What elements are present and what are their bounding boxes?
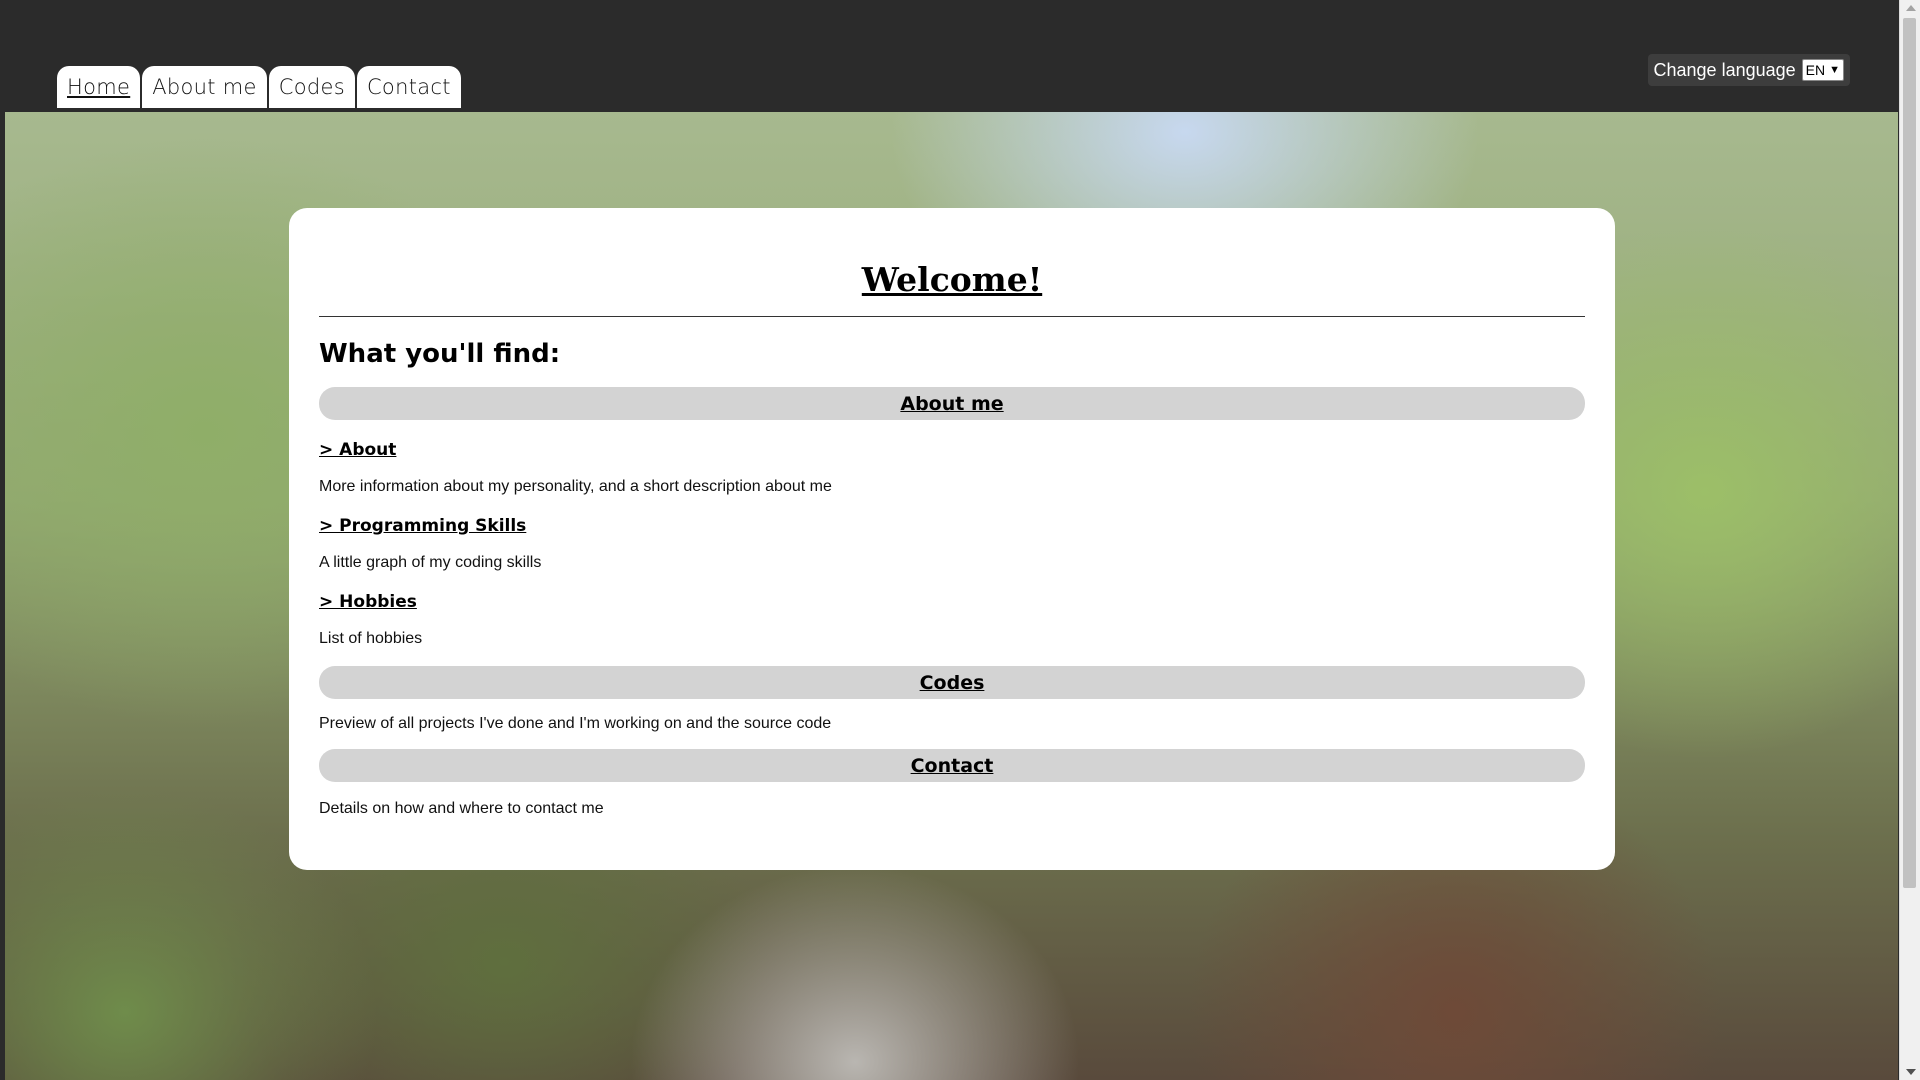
title-divider (319, 316, 1585, 317)
section-codes-header[interactable]: Codes (319, 666, 1585, 699)
language-switcher: Change language EN ▼ (1647, 54, 1850, 86)
chevron-down-icon: ▼ (1829, 64, 1840, 76)
language-label: Change language (1653, 59, 1796, 80)
scroll-up-icon[interactable] (1906, 5, 1916, 11)
tab-codes-label: Codes (278, 75, 345, 99)
hobbies-description: List of hobbies (319, 630, 423, 647)
programming-skills-description: A little graph of my coding skills (319, 554, 542, 571)
section-intro-heading: What you'll find: (319, 339, 561, 369)
tab-home-label: Home (67, 75, 131, 99)
tab-codes[interactable]: Codes (268, 66, 355, 108)
scroll-down-icon[interactable] (1906, 1069, 1916, 1075)
nav-tabs: Home About me Codes Contact (57, 66, 461, 108)
section-contact-header[interactable]: Contact (319, 749, 1585, 782)
tab-home[interactable]: Home (57, 66, 141, 108)
tab-about-me[interactable]: About me (142, 66, 267, 108)
link-hobbies[interactable]: > Hobbies (319, 592, 1585, 612)
page-scrollbar[interactable] (1899, 0, 1920, 1080)
about-description: More information about my personality, a… (319, 478, 832, 495)
link-programming-skills[interactable]: > Programming Skills (319, 516, 1585, 536)
codes-description: Preview of all projects I've done and I'… (319, 715, 832, 732)
welcome-card: Welcome! What you'll find: About me > Ab… (289, 208, 1615, 870)
tab-contact-label: Contact (366, 75, 451, 99)
top-navigation-bar: Home About me Codes Contact Change langu… (0, 0, 1900, 110)
tab-contact[interactable]: Contact (356, 66, 461, 108)
scrollbar-thumb[interactable] (1903, 18, 1916, 888)
section-about-me-header[interactable]: About me (319, 387, 1585, 420)
page-title: Welcome! (861, 260, 1043, 299)
language-select[interactable]: EN ▼ (1801, 59, 1844, 81)
link-about[interactable]: > About (319, 440, 1585, 460)
tab-about-me-label: About me (152, 75, 257, 99)
language-selected-value: EN (1805, 62, 1826, 78)
contact-description: Details on how and where to contact me (319, 800, 604, 817)
